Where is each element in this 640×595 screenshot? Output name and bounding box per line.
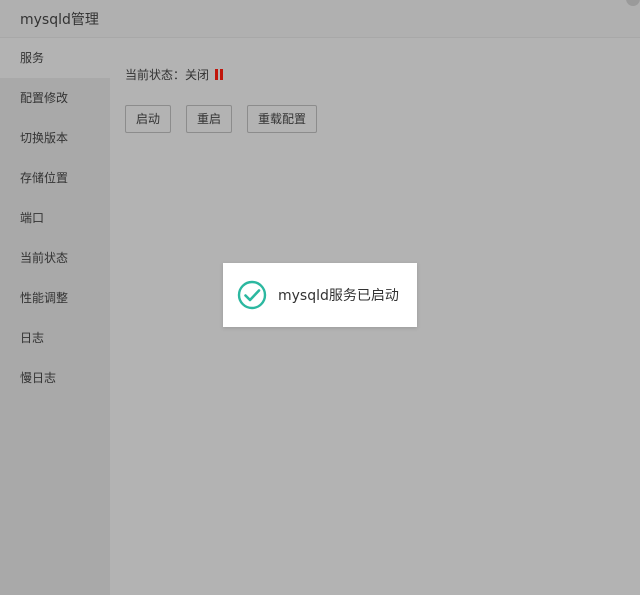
- restart-button[interactable]: 重启: [186, 105, 233, 133]
- window-title: mysqld管理: [20, 12, 99, 28]
- sidebar-item-service[interactable]: 服务: [0, 38, 110, 78]
- sidebar-item-slow-log[interactable]: 慢日志: [0, 358, 110, 398]
- close-icon[interactable]: [626, 0, 640, 6]
- reload-config-button[interactable]: 重载配置: [247, 105, 318, 133]
- service-buttons: 启动 重启 重载配置: [125, 105, 318, 133]
- sidebar: 服务 配置修改 切换版本 存储位置 端口 当前状态 性能调整 日志 慢日志: [0, 38, 110, 595]
- titlebar: mysqld管理: [0, 0, 640, 38]
- status-line: 当前状态： 关闭: [125, 66, 224, 83]
- sidebar-item-port[interactable]: 端口: [0, 198, 110, 238]
- toast-message: mysqld服务已启动: [223, 263, 417, 327]
- status-label: 当前状态：: [125, 68, 186, 82]
- sidebar-item-performance[interactable]: 性能调整: [0, 278, 110, 318]
- check-circle-icon: [237, 280, 267, 310]
- status-value: 关闭: [185, 68, 210, 82]
- sidebar-item-status[interactable]: 当前状态: [0, 238, 110, 278]
- start-button[interactable]: 启动: [125, 105, 172, 133]
- sidebar-item-log[interactable]: 日志: [0, 318, 110, 358]
- toast-text: mysqld服务已启动: [278, 288, 399, 304]
- sidebar-item-storage[interactable]: 存储位置: [0, 158, 110, 198]
- sidebar-item-config[interactable]: 配置修改: [0, 78, 110, 118]
- mysqld-window: mysqld管理 服务 配置修改 切换版本 存储位置 端口 当前状态 性能调整 …: [0, 0, 640, 595]
- sidebar-item-switch-version[interactable]: 切换版本: [0, 118, 110, 158]
- pause-icon: [215, 69, 224, 80]
